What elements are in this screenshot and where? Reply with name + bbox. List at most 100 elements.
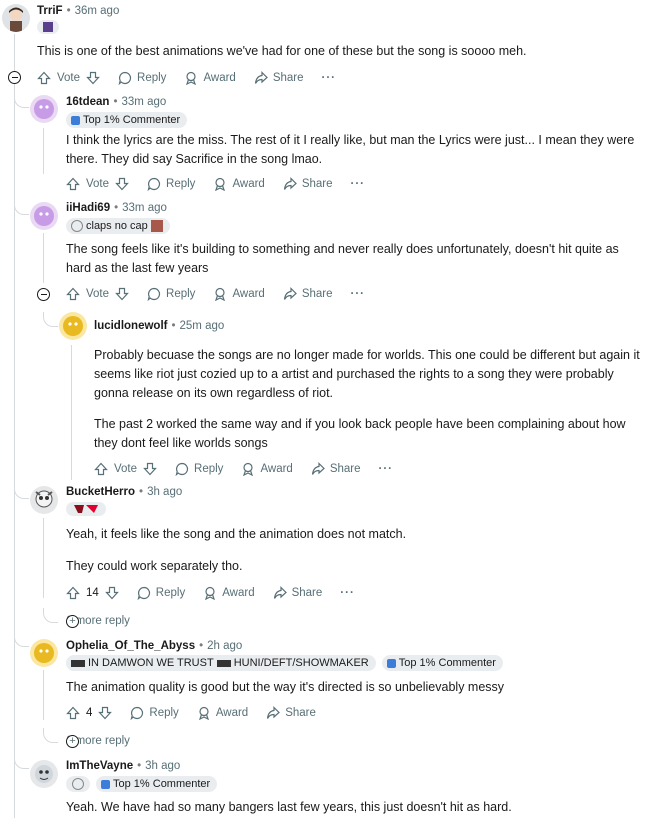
author-name[interactable]: TrriF xyxy=(37,5,63,17)
more-options-button[interactable]: ··· xyxy=(379,463,394,475)
upvote-icon xyxy=(66,586,80,600)
reply-icon xyxy=(130,706,144,720)
comment-meta: 16tdean • 33m ago xyxy=(66,96,166,108)
award-label: Award xyxy=(232,178,265,190)
share-button[interactable]: Share xyxy=(283,287,333,301)
upvote-button[interactable] xyxy=(66,287,80,301)
award-label: Award xyxy=(222,587,255,599)
team-badge-icon xyxy=(216,659,231,667)
vote-count: Vote xyxy=(86,288,110,300)
reply-icon xyxy=(147,287,161,301)
more-replies-link[interactable]: + 1 more reply xyxy=(66,734,130,748)
avatar[interactable] xyxy=(2,4,30,32)
award-button[interactable]: Award xyxy=(213,177,265,191)
thread-connector xyxy=(14,93,29,108)
reply-button[interactable]: Reply xyxy=(130,706,179,720)
award-icon xyxy=(243,462,254,476)
reply-button[interactable]: Reply xyxy=(175,462,223,476)
timestamp[interactable]: 3h ago xyxy=(145,760,180,772)
downvote-button[interactable] xyxy=(104,586,119,600)
thread-line xyxy=(43,233,44,283)
comment-meta: Ophelia_Of_The_Abyss • 2h ago xyxy=(66,640,242,652)
separator-dot: • xyxy=(139,486,144,498)
timestamp[interactable]: 33m ago xyxy=(122,202,167,214)
more-options-button[interactable]: ··· xyxy=(322,72,337,84)
user-flair: Top 1% Commenter xyxy=(66,112,188,128)
timestamp[interactable]: 2h ago xyxy=(207,640,242,652)
expand-icon: + xyxy=(66,734,79,748)
reply-label: Reply xyxy=(155,587,186,599)
timestamp[interactable]: 33m ago xyxy=(122,96,167,108)
share-button[interactable]: Share xyxy=(254,71,304,85)
more-options-button[interactable]: ··· xyxy=(340,587,355,599)
more-options-button[interactable]: ··· xyxy=(351,288,366,300)
upvote-button[interactable] xyxy=(66,177,80,191)
share-button[interactable]: Share xyxy=(266,706,316,720)
top-commenter-icon xyxy=(386,658,396,668)
downvote-button[interactable] xyxy=(98,706,113,720)
comment-body: Probably becuase the songs are no longer… xyxy=(94,348,640,400)
upvote-button[interactable] xyxy=(94,462,108,476)
reply-button[interactable]: Reply xyxy=(147,177,195,191)
author-name[interactable]: BucketHerro xyxy=(66,486,135,498)
upvote-button[interactable] xyxy=(66,706,80,720)
separator-dot: • xyxy=(114,202,119,214)
timestamp[interactable]: 25m ago xyxy=(180,320,225,332)
avatar[interactable] xyxy=(59,312,87,340)
award-button[interactable]: Award xyxy=(184,71,236,85)
comment-actions: Vote Reply Award Share ··· xyxy=(66,285,383,303)
downvote-button[interactable] xyxy=(115,287,129,301)
award-button[interactable]: Award xyxy=(197,706,248,720)
timestamp[interactable]: 36m ago xyxy=(75,5,120,17)
author-name[interactable]: iiHadi69 xyxy=(66,202,110,214)
author-name[interactable]: 16tdean xyxy=(66,96,109,108)
more-options-button[interactable]: ··· xyxy=(351,178,366,190)
award-button[interactable]: Award xyxy=(203,586,255,600)
share-button[interactable]: Share xyxy=(283,177,333,191)
share-icon xyxy=(273,586,287,599)
avatar[interactable] xyxy=(30,639,58,667)
award-button[interactable]: Award xyxy=(213,287,265,301)
comment-body: The animation quality is good but the wa… xyxy=(66,680,505,694)
collapse-thread-button[interactable] xyxy=(8,71,21,84)
downvote-button[interactable] xyxy=(143,462,157,476)
author-name[interactable]: ImTheVayne xyxy=(66,760,133,772)
reply-button[interactable]: Reply xyxy=(147,287,195,301)
avatar[interactable] xyxy=(30,202,58,230)
reply-button[interactable]: Reply xyxy=(137,586,185,600)
top-commenter-icon xyxy=(71,115,80,125)
share-button[interactable]: Share xyxy=(273,586,322,600)
award-button[interactable]: Award xyxy=(241,462,293,476)
share-icon xyxy=(283,177,297,190)
share-icon xyxy=(267,706,281,719)
share-button[interactable]: Share xyxy=(311,462,361,476)
avatar[interactable] xyxy=(30,486,58,514)
thread-line xyxy=(43,518,44,598)
flair-image-icon xyxy=(150,220,163,232)
share-label: Share xyxy=(301,178,333,190)
thread-line xyxy=(71,345,72,480)
collapse-thread-button[interactable] xyxy=(37,288,50,301)
award-icon xyxy=(205,586,216,600)
upvote-icon xyxy=(66,177,80,191)
avatar[interactable] xyxy=(30,760,58,788)
upvote-button[interactable] xyxy=(37,71,51,85)
upvote-icon xyxy=(94,462,108,476)
separator-dot: • xyxy=(113,96,118,108)
avatar[interactable] xyxy=(30,95,58,123)
user-flair: IN DAMWON WE TRUST HUNI/DEFT/SHOWMAKER xyxy=(66,655,376,671)
downvote-button[interactable] xyxy=(86,71,100,85)
author-name[interactable]: lucidlonewolf xyxy=(94,320,167,332)
downvote-button[interactable] xyxy=(115,177,129,191)
upvote-button[interactable] xyxy=(66,586,80,600)
user-flair: claps no cap xyxy=(66,218,170,234)
more-replies-link[interactable]: + 1 more reply xyxy=(66,614,130,628)
team-logo-icon xyxy=(74,505,98,513)
comment-actions: Vote Reply Award Share ··· xyxy=(66,175,383,193)
reply-button[interactable]: Reply xyxy=(118,71,166,85)
timestamp[interactable]: 3h ago xyxy=(147,486,182,498)
award-label: Award xyxy=(203,72,236,84)
downvote-icon xyxy=(115,287,129,301)
author-name[interactable]: Ophelia_Of_The_Abyss xyxy=(66,640,195,652)
reply-label: Reply xyxy=(194,463,224,475)
